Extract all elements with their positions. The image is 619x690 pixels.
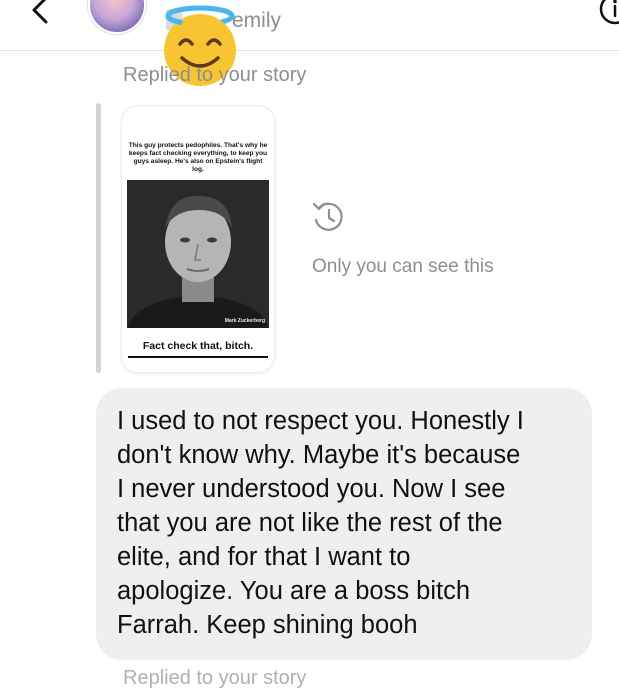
story-photo: Mark Zuckerberg — [127, 180, 269, 328]
story-caption: This guy protects pedophiles. That's why… — [128, 142, 268, 173]
photo-name-label: Mark Zuckerberg — [224, 318, 265, 324]
replied-to-story-label-next: Replied to your story — [123, 667, 307, 689]
portrait-image — [127, 180, 269, 328]
chevron-left-icon[interactable] — [26, 0, 56, 24]
message-text: I used to not respect you. Honestly I do… — [117, 407, 524, 639]
info-icon[interactable] — [598, 0, 619, 26]
chat-header: emily — [0, 0, 619, 51]
avatar[interactable] — [88, 0, 146, 34]
history-icon — [312, 202, 343, 231]
story-underline — [128, 356, 268, 358]
quote-bar — [96, 103, 101, 373]
visibility-notice: Only you can see this — [312, 256, 494, 277]
story-bottom-text: Fact check that, bitch. — [142, 340, 254, 352]
message-bubble[interactable]: I used to not respect you. Honestly I do… — [96, 388, 592, 660]
story-preview[interactable]: This guy protects pedophiles. That's why… — [122, 106, 274, 372]
replied-to-story-label: Replied to your story — [123, 64, 307, 86]
